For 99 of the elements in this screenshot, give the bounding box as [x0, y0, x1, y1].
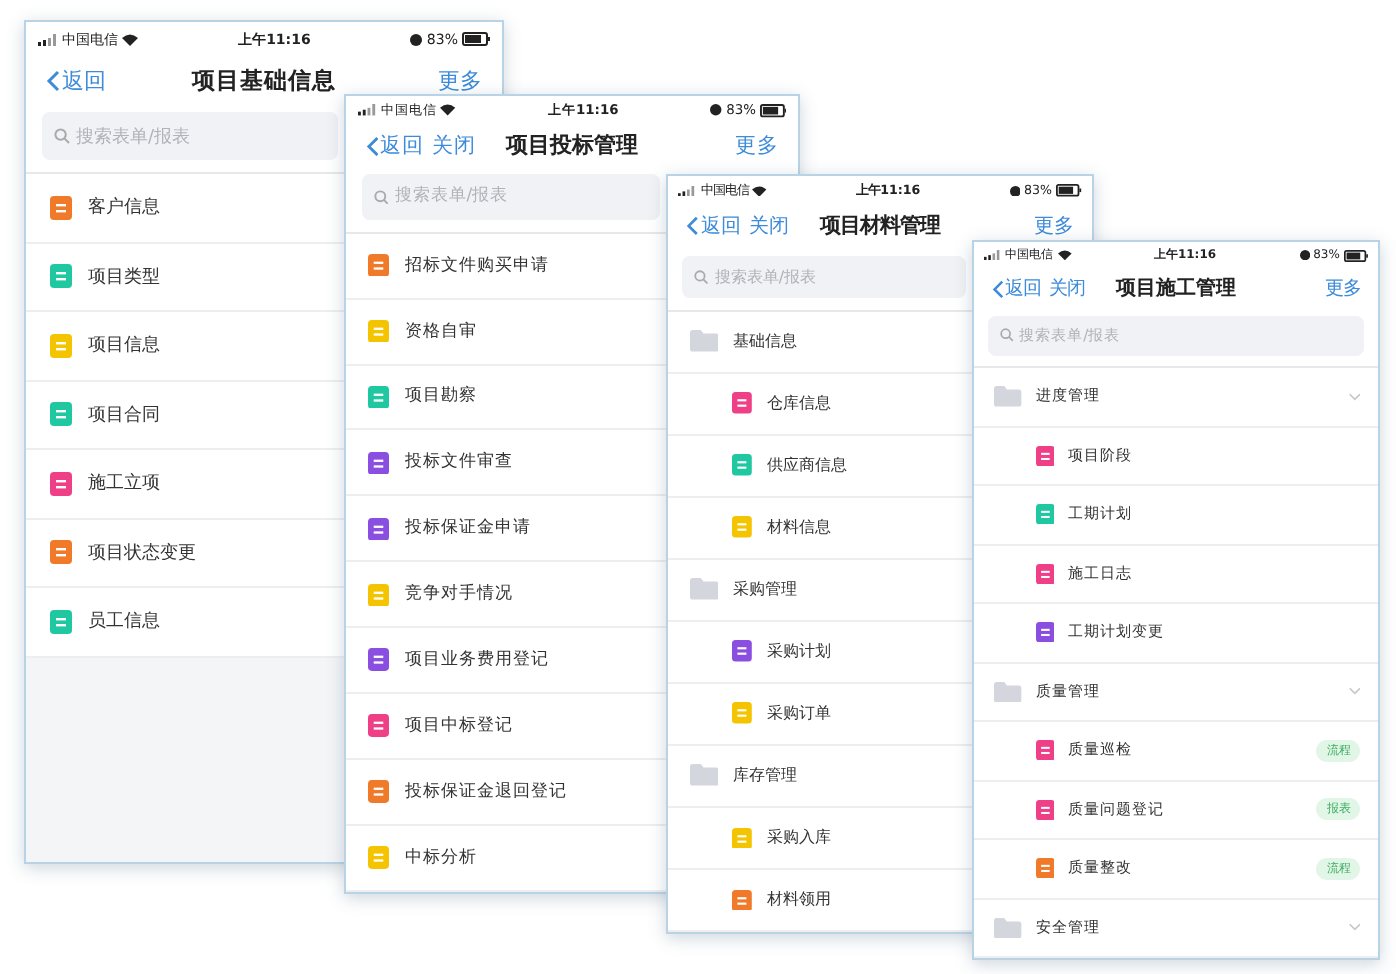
document-icon: [368, 714, 390, 738]
document-icon: [732, 392, 753, 414]
document-icon: [732, 889, 753, 911]
group-label[interactable]: 采购管理: [732, 578, 797, 601]
document-icon: [50, 471, 72, 496]
document-icon: [732, 827, 753, 849]
document-icon: [732, 640, 753, 663]
page-title: 项目基础信息: [192, 65, 336, 95]
group-label[interactable]: 基础信息: [732, 330, 797, 353]
folder-icon: [689, 764, 719, 787]
page-title: 项目施工管理: [1116, 275, 1236, 302]
document-icon: [368, 583, 390, 606]
back-link[interactable]: 返回: [991, 275, 1042, 302]
wifi-icon: [122, 33, 138, 45]
folder-icon: [689, 330, 719, 352]
item-label[interactable]: 仓库信息: [766, 392, 831, 415]
back-chevron-icon: [365, 135, 379, 157]
wifi-icon: [440, 104, 456, 117]
document-icon: [732, 454, 753, 477]
document-icon: [368, 846, 390, 870]
item-label[interactable]: 采购计划: [766, 640, 831, 663]
document-icon: [368, 385, 390, 409]
document-icon: [50, 333, 72, 358]
document-icon: [368, 648, 390, 672]
signal-icon: [678, 185, 697, 197]
document-icon: [1035, 622, 1055, 643]
wifi-icon: [1057, 250, 1071, 261]
folder-icon: [994, 917, 1022, 938]
document-icon: [1035, 504, 1055, 525]
item-label[interactable]: 员工信息: [88, 608, 160, 635]
group-label[interactable]: 库存管理: [732, 764, 797, 787]
document-icon: [732, 516, 753, 539]
item-label[interactable]: 施工立项: [88, 470, 160, 497]
close-link[interactable]: 关闭: [748, 212, 789, 241]
wifi-icon: [752, 185, 768, 197]
item-label[interactable]: 投标文件审查: [405, 450, 514, 475]
signal-icon: [357, 104, 377, 117]
item-label[interactable]: 项目中标登记: [405, 714, 514, 739]
item-label[interactable]: 供应商信息: [766, 454, 847, 477]
more-link[interactable]: 更多: [1034, 212, 1074, 241]
back-link[interactable]: 返回: [365, 131, 425, 160]
document-icon: [50, 264, 72, 289]
item-label[interactable]: 材料信息: [766, 516, 831, 539]
document-icon: [50, 402, 72, 427]
item-label[interactable]: 投标保证金申请: [405, 516, 532, 541]
item-label[interactable]: 材料领用: [766, 888, 831, 911]
document-icon: [50, 609, 72, 634]
document-icon: [368, 780, 390, 804]
document-icon: [1035, 563, 1055, 584]
item-label[interactable]: 投标保证金退回登记: [405, 780, 568, 805]
search-icon: [54, 128, 70, 144]
document-icon: [732, 702, 753, 725]
document-icon: [1035, 858, 1055, 879]
page-title: 项目材料管理: [820, 212, 940, 241]
document-icon: [368, 319, 390, 343]
item-label[interactable]: 项目信息: [88, 332, 160, 359]
item-label[interactable]: 项目状态变更: [88, 539, 196, 566]
back-link[interactable]: 返回: [686, 212, 741, 241]
document-icon: [368, 451, 390, 475]
item-label[interactable]: 项目类型: [88, 263, 160, 290]
more-link[interactable]: 更多: [1324, 275, 1361, 302]
document-icon: [50, 195, 72, 220]
document-icon: [1035, 445, 1055, 466]
more-link[interactable]: 更多: [438, 65, 482, 95]
back-chevron-icon: [686, 216, 699, 237]
search-icon: [373, 189, 389, 205]
page-title: 项目投标管理: [506, 130, 638, 161]
item-label[interactable]: 招标文件购买申请: [405, 253, 550, 278]
document-icon: [50, 540, 72, 565]
folder-icon: [994, 386, 1022, 408]
signal-icon: [38, 33, 58, 45]
folder-icon: [994, 681, 1022, 702]
back-chevron-icon: [991, 279, 1004, 299]
folder-icon: [689, 578, 719, 601]
battery-icon: [1343, 249, 1368, 262]
document-icon: [368, 253, 390, 277]
item-label[interactable]: 采购入库: [766, 826, 831, 849]
item-label[interactable]: 项目业务费用登记: [405, 648, 550, 673]
item-label[interactable]: 资格自审: [405, 319, 478, 344]
battery-icon: [1056, 184, 1082, 198]
search-icon: [999, 328, 1014, 343]
close-link[interactable]: 关闭: [432, 131, 477, 160]
document-icon: [1035, 799, 1055, 820]
item-label[interactable]: 项目合同: [88, 401, 160, 428]
close-link[interactable]: 关闭: [1049, 275, 1086, 302]
battery-icon: [461, 32, 490, 46]
back-link[interactable]: 返回: [46, 65, 106, 95]
item-label[interactable]: 项目勘察: [405, 384, 478, 409]
item-label[interactable]: 中标分析: [405, 846, 478, 871]
back-chevron-icon: [46, 69, 60, 91]
battery-icon: [759, 103, 787, 118]
search-icon: [694, 269, 709, 284]
document-icon: [1035, 740, 1055, 761]
more-link[interactable]: 更多: [734, 131, 779, 160]
item-label[interactable]: 客户信息: [88, 194, 160, 221]
item-label[interactable]: 采购订单: [766, 702, 831, 725]
item-label[interactable]: 竞争对手情况: [405, 582, 514, 607]
signal-icon: [984, 250, 1002, 261]
document-icon: [368, 517, 390, 541]
